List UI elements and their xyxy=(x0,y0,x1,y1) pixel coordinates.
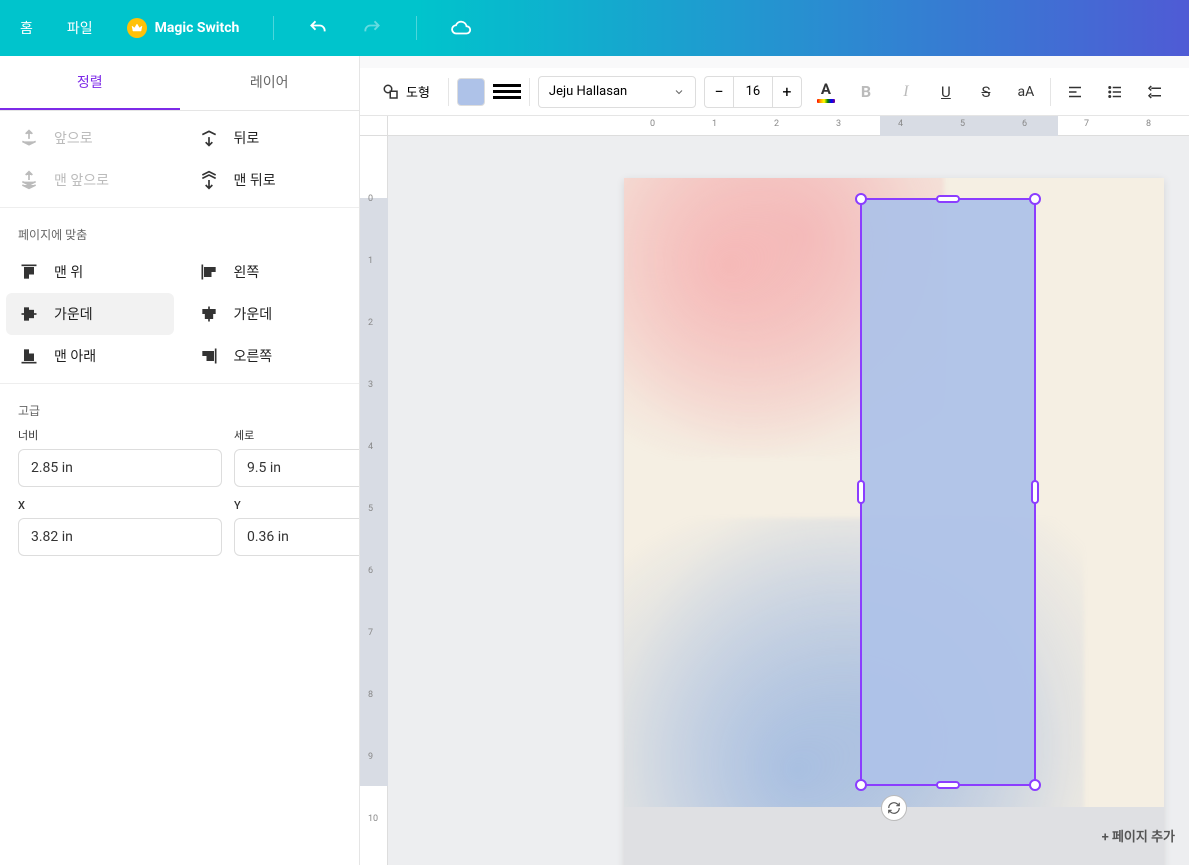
resize-handle-se[interactable] xyxy=(1029,779,1041,791)
ruler-corner xyxy=(360,116,388,136)
file-menu[interactable]: 파일 xyxy=(59,12,101,44)
align-right-icon xyxy=(198,345,220,367)
undo-button[interactable] xyxy=(300,10,336,46)
align-center-button[interactable]: 가운데 xyxy=(180,293,360,335)
font-name: Jeju Hallasan xyxy=(549,84,627,99)
align-center-icon xyxy=(198,303,220,325)
selected-shape[interactable] xyxy=(860,198,1036,786)
size-increase-button[interactable]: + xyxy=(773,82,801,101)
font-size-stepper[interactable]: − + xyxy=(704,76,802,108)
shape-button[interactable]: 도형 xyxy=(372,76,440,108)
align-left-icon xyxy=(198,261,220,283)
chevron-down-icon xyxy=(673,86,685,98)
page-strip xyxy=(624,807,1164,865)
resize-handle-nw[interactable] xyxy=(855,193,867,205)
text-align-button[interactable] xyxy=(1059,76,1091,108)
y-label: Y xyxy=(234,499,359,512)
toolbar-divider xyxy=(1050,78,1051,106)
option-label: 가운데 xyxy=(54,304,93,324)
width-label: 너비 xyxy=(18,427,222,443)
x-label: X xyxy=(18,499,222,512)
forward-icon xyxy=(18,127,40,149)
align-top-icon xyxy=(18,261,40,283)
align-bottom-button[interactable]: 맨 아래 xyxy=(0,335,180,377)
underline-button[interactable]: U xyxy=(930,76,962,108)
cloud-save-button[interactable] xyxy=(443,10,479,46)
vertical-ruler: 0 1 2 3 4 5 6 7 8 9 10 xyxy=(360,136,388,865)
option-label: 맨 아래 xyxy=(54,346,96,366)
option-label: 맨 위 xyxy=(54,262,83,282)
bring-front-button[interactable]: 맨 앞으로 xyxy=(0,159,180,201)
italic-button[interactable]: I xyxy=(890,76,922,108)
back-icon xyxy=(198,169,220,191)
align-bottom-icon xyxy=(18,345,40,367)
resize-handle-s[interactable] xyxy=(936,781,960,789)
backward-icon xyxy=(198,127,220,149)
width-input[interactable] xyxy=(18,449,222,487)
y-input[interactable] xyxy=(234,518,359,556)
height-input[interactable] xyxy=(234,449,359,487)
option-label: 맨 앞으로 xyxy=(54,170,109,190)
side-panel: 정렬 레이어 앞으로 뒤로 맨 앞으로 xyxy=(0,56,360,865)
bold-button[interactable]: B xyxy=(850,76,882,108)
context-toolbar: 도형 Jeju Hallasan − + A B I U S aA xyxy=(360,68,1189,116)
align-page-title: 페이지에 맞춤 xyxy=(0,214,359,251)
shape-label: 도형 xyxy=(406,82,430,101)
height-label: 세로 xyxy=(234,427,359,443)
list-button[interactable] xyxy=(1099,76,1131,108)
option-label: 앞으로 xyxy=(54,128,93,148)
align-middle-button[interactable]: 가운데 xyxy=(6,293,174,335)
size-decrease-button[interactable]: − xyxy=(705,82,733,101)
advanced-title: 고급 xyxy=(0,390,359,427)
text-color-button[interactable]: A xyxy=(810,76,842,108)
top-menubar: 홈 파일 Magic Switch xyxy=(0,0,1189,56)
crown-icon xyxy=(127,18,147,38)
refresh-icon xyxy=(887,801,901,815)
align-middle-icon xyxy=(18,303,40,325)
resize-handle-sw[interactable] xyxy=(855,779,867,791)
resize-handle-ne[interactable] xyxy=(1029,193,1041,205)
send-back-button[interactable]: 맨 뒤로 xyxy=(180,159,360,201)
front-icon xyxy=(18,169,40,191)
tab-arrange[interactable]: 정렬 xyxy=(0,56,180,110)
text-case-button[interactable]: aA xyxy=(1010,76,1042,108)
resize-handle-w[interactable] xyxy=(857,480,865,504)
spacing-button[interactable] xyxy=(1139,76,1171,108)
option-label: 왼쪽 xyxy=(234,262,260,282)
magic-switch-label: Magic Switch xyxy=(155,20,240,36)
canvas-area[interactable]: 0 1 2 3 4 5 6 7 8 0 1 2 3 4 5 6 7 8 xyxy=(360,116,1189,865)
font-select[interactable]: Jeju Hallasan xyxy=(538,76,696,108)
side-panel-tabs: 정렬 레이어 xyxy=(0,56,359,111)
menubar-divider xyxy=(273,16,274,40)
home-menu[interactable]: 홈 xyxy=(12,12,41,44)
menubar-divider xyxy=(416,16,417,40)
align-left-button[interactable]: 왼쪽 xyxy=(180,251,360,293)
reset-button[interactable] xyxy=(881,795,907,821)
font-size-input[interactable] xyxy=(733,77,773,107)
tab-layers[interactable]: 레이어 xyxy=(180,56,360,110)
fill-color-button[interactable] xyxy=(457,78,485,106)
option-label: 가운데 xyxy=(234,304,273,324)
toolbar-divider xyxy=(529,78,530,106)
send-backward-button[interactable]: 뒤로 xyxy=(180,117,360,159)
add-page-button[interactable]: + 페이지 추가 xyxy=(1102,826,1175,845)
option-label: 뒤로 xyxy=(234,128,260,148)
magic-switch-button[interactable]: Magic Switch xyxy=(119,12,248,44)
horizontal-ruler: 0 1 2 3 4 5 6 7 8 xyxy=(388,116,1189,136)
align-top-button[interactable]: 맨 위 xyxy=(0,251,180,293)
toolbar-divider xyxy=(448,78,449,106)
strike-button[interactable]: S xyxy=(970,76,1002,108)
resize-handle-e[interactable] xyxy=(1031,480,1039,504)
option-label: 오른쪽 xyxy=(234,346,273,366)
align-right-button[interactable]: 오른쪽 xyxy=(180,335,360,377)
x-input[interactable] xyxy=(18,518,222,556)
editor-area: 도형 Jeju Hallasan − + A B I U S aA xyxy=(360,56,1189,865)
bring-forward-button[interactable]: 앞으로 xyxy=(0,117,180,159)
resize-handle-n[interactable] xyxy=(936,195,960,203)
redo-button[interactable] xyxy=(354,10,390,46)
option-label: 맨 뒤로 xyxy=(234,170,276,190)
shape-icon xyxy=(382,83,400,101)
border-style-button[interactable] xyxy=(493,78,521,106)
